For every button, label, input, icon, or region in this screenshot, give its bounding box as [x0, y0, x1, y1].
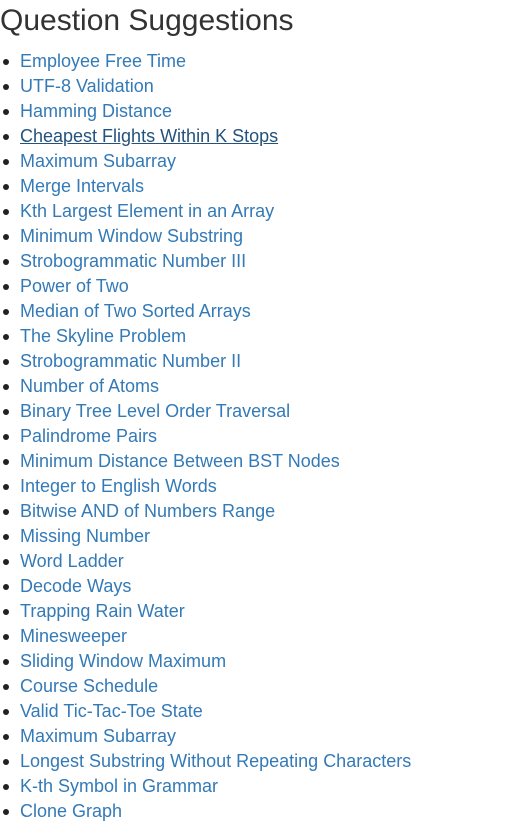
list-item: Median of Two Sorted Arrays — [0, 299, 411, 324]
list-item: Minimum Window Substring — [0, 224, 411, 249]
question-link[interactable]: Sliding Window Maximum — [20, 651, 226, 671]
question-link[interactable]: Binary Tree Level Order Traversal — [20, 401, 290, 421]
bullet-icon — [3, 334, 9, 340]
question-link[interactable]: Power of Two — [20, 276, 129, 296]
bullet-icon — [3, 634, 9, 640]
question-link[interactable]: Maximum Subarray — [20, 726, 176, 746]
bullet-icon — [3, 359, 9, 365]
question-link[interactable]: The Skyline Problem — [20, 326, 186, 346]
bullet-icon — [3, 584, 9, 590]
question-link[interactable]: Bitwise AND of Numbers Range — [20, 501, 275, 521]
bullet-icon — [3, 309, 9, 315]
bullet-icon — [3, 209, 9, 215]
list-item: Clone Graph — [0, 799, 411, 824]
question-link[interactable]: Minimum Window Substring — [20, 226, 243, 246]
bullet-icon — [3, 109, 9, 115]
bullet-icon — [3, 659, 9, 665]
question-link[interactable]: Valid Tic-Tac-Toe State — [20, 701, 203, 721]
list-item: Minesweeper — [0, 624, 411, 649]
bullet-icon — [3, 609, 9, 615]
list-item: Course Schedule — [0, 674, 411, 699]
question-link[interactable]: Maximum Subarray — [20, 151, 176, 171]
bullet-icon — [3, 559, 9, 565]
list-item: Power of Two — [0, 274, 411, 299]
bullet-icon — [3, 259, 9, 265]
question-link[interactable]: Cheapest Flights Within K Stops — [15, 126, 278, 146]
bullet-icon — [3, 234, 9, 240]
bullet-icon — [3, 759, 9, 765]
list-item: Kth Largest Element in an Array — [0, 199, 411, 224]
question-link[interactable]: Employee Free Time — [20, 51, 186, 71]
bullet-icon — [3, 284, 9, 290]
list-item: Maximum Subarray — [0, 724, 411, 749]
bullet-icon — [3, 534, 9, 540]
question-link[interactable]: K-th Symbol in Grammar — [20, 776, 218, 796]
question-link[interactable]: Missing Number — [20, 526, 150, 546]
list-item: Valid Tic-Tac-Toe State — [0, 699, 411, 724]
bullet-icon — [3, 509, 9, 515]
bullet-icon — [3, 684, 9, 690]
list-item: Longest Substring Without Repeating Char… — [0, 749, 411, 774]
bullet-icon — [3, 809, 9, 815]
list-item: Bitwise AND of Numbers Range — [0, 499, 411, 524]
question-link[interactable]: Minesweeper — [20, 626, 127, 646]
list-item: K-th Symbol in Grammar — [0, 774, 411, 799]
list-item: Trapping Rain Water — [0, 599, 411, 624]
question-link[interactable]: Trapping Rain Water — [20, 601, 185, 621]
page-title: Question Suggestions — [0, 4, 294, 37]
list-item: Number of Atoms — [0, 374, 411, 399]
bullet-icon — [3, 434, 9, 440]
bullet-icon — [3, 134, 9, 140]
question-link[interactable]: Strobogrammatic Number III — [20, 251, 246, 271]
list-item: Cheapest Flights Within K Stops — [0, 124, 411, 149]
list-item: Integer to English Words — [0, 474, 411, 499]
bullet-icon — [3, 784, 9, 790]
bullet-icon — [3, 409, 9, 415]
question-link[interactable]: Median of Two Sorted Arrays — [20, 301, 251, 321]
list-item: Merge Intervals — [0, 174, 411, 199]
question-link[interactable]: UTF-8 Validation — [20, 76, 154, 96]
question-link[interactable]: Course Schedule — [20, 676, 158, 696]
question-link[interactable]: Integer to English Words — [20, 476, 217, 496]
question-link[interactable]: Palindrome Pairs — [20, 426, 157, 446]
list-item: Missing Number — [0, 524, 411, 549]
suggestion-list: Employee Free Time UTF-8 Validation Hammin… — [0, 49, 411, 824]
question-link[interactable]: Merge Intervals — [20, 176, 144, 196]
list-item: Binary Tree Level Order Traversal — [0, 399, 411, 424]
question-link[interactable]: Number of Atoms — [20, 376, 159, 396]
list-item: Word Ladder — [0, 549, 411, 574]
list-item: Strobogrammatic Number III — [0, 249, 411, 274]
question-link[interactable]: Kth Largest Element in an Array — [20, 201, 274, 221]
bullet-icon — [3, 484, 9, 490]
list-item: Decode Ways — [0, 574, 411, 599]
list-item: UTF-8 Validation — [0, 74, 411, 99]
bullet-icon — [3, 709, 9, 715]
bullet-icon — [3, 734, 9, 740]
list-item: Palindrome Pairs — [0, 424, 411, 449]
bullet-icon — [3, 184, 9, 190]
list-item: Strobogrammatic Number II — [0, 349, 411, 374]
bullet-icon — [3, 459, 9, 465]
list-item: Minimum Distance Between BST Nodes — [0, 449, 411, 474]
list-item: Employee Free Time — [0, 49, 411, 74]
question-link[interactable]: Clone Graph — [20, 801, 122, 821]
question-link[interactable]: Longest Substring Without Repeating Char… — [20, 751, 411, 771]
bullet-icon — [3, 84, 9, 90]
list-item: Maximum Subarray — [0, 149, 411, 174]
bullet-icon — [3, 59, 9, 65]
question-link[interactable]: Hamming Distance — [20, 101, 172, 121]
question-link[interactable]: Word Ladder — [20, 551, 124, 571]
list-item: The Skyline Problem — [0, 324, 411, 349]
question-link[interactable]: Decode Ways — [20, 576, 131, 596]
bullet-icon — [3, 384, 9, 390]
question-link[interactable]: Minimum Distance Between BST Nodes — [20, 451, 340, 471]
list-item: Sliding Window Maximum — [0, 649, 411, 674]
question-link[interactable]: Strobogrammatic Number II — [20, 351, 241, 371]
list-item: Hamming Distance — [0, 99, 411, 124]
bullet-icon — [3, 159, 9, 165]
